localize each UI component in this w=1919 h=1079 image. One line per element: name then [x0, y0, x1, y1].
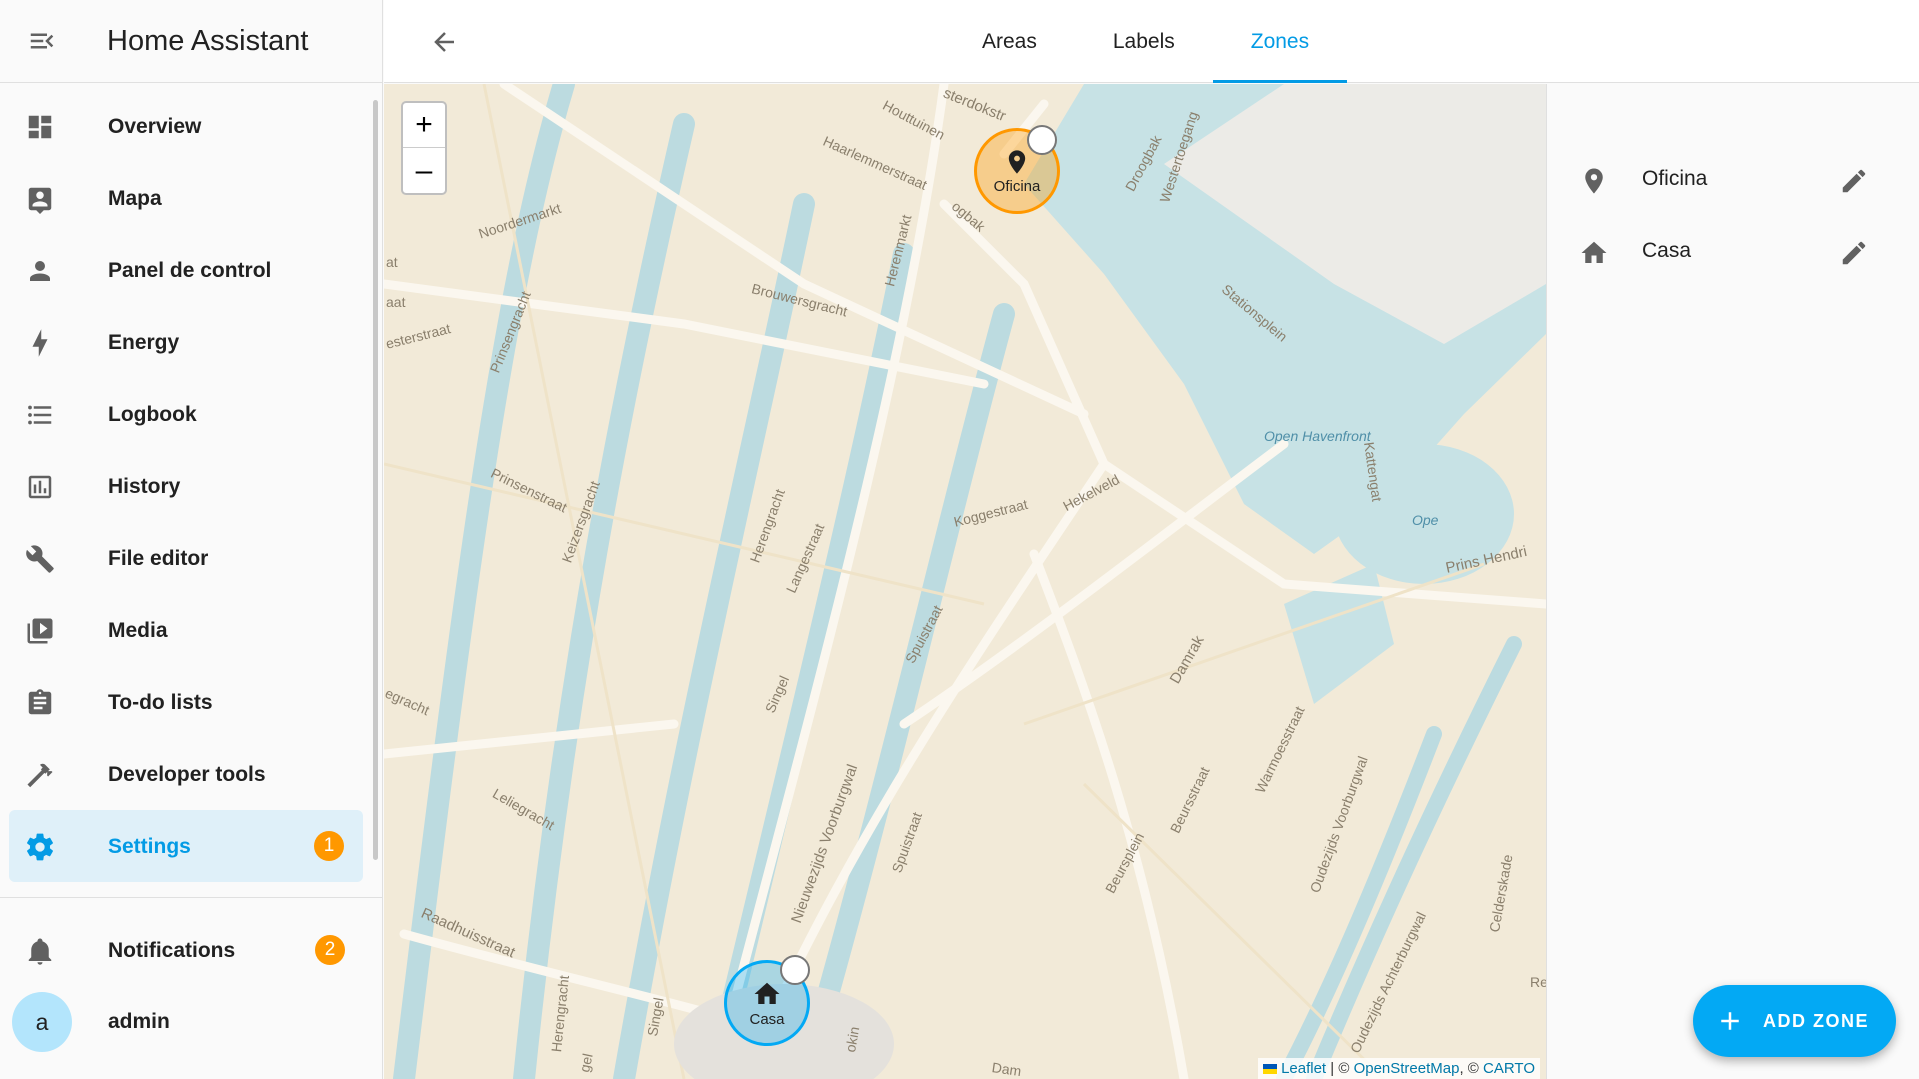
sidebar-item-history[interactable]: History	[0, 450, 372, 522]
format-list-icon	[24, 399, 56, 431]
sidebar-item-label: Logbook	[108, 403, 197, 426]
attribution-separator: | ©	[1326, 1060, 1354, 1077]
sidebar-item-energy[interactable]: Energy	[0, 306, 372, 378]
tab-labels[interactable]: Labels	[1075, 0, 1213, 83]
sidebar: Home Assistant Overview Mapa Panel de co…	[0, 0, 383, 1079]
dashboard-icon	[24, 111, 56, 143]
add-zone-label: ADD ZONE	[1763, 1010, 1869, 1031]
tab-areas[interactable]: Areas	[944, 0, 1075, 83]
cog-icon	[24, 831, 56, 863]
sidebar-item-mapa[interactable]: Mapa	[0, 162, 372, 234]
zone-name: Casa	[1642, 239, 1692, 262]
ukraine-flag-icon	[1263, 1064, 1278, 1075]
arrow-left-icon	[434, 32, 454, 52]
sidebar-item-label: Mapa	[108, 187, 162, 210]
zoom-control: + –	[401, 101, 447, 195]
home-icon	[754, 982, 780, 1004]
osm-link[interactable]: OpenStreetMap	[1354, 1060, 1460, 1077]
account-icon	[24, 255, 56, 287]
zoom-in-button[interactable]: +	[403, 103, 445, 148]
settings-badge: 1	[314, 831, 344, 861]
sidebar-item-label: File editor	[108, 547, 209, 570]
wrench-icon	[24, 543, 56, 575]
home-icon	[1581, 241, 1607, 263]
zone-list: Oficina Casa	[1546, 84, 1919, 1079]
sidebar-item-label: Energy	[108, 331, 180, 354]
pencil-icon	[1842, 241, 1866, 265]
chart-box-icon	[24, 471, 56, 503]
pencil-icon	[1842, 169, 1866, 193]
sidebar-nav: Overview Mapa Panel de control Energy Lo…	[0, 90, 372, 882]
attribution-separator: , ©	[1459, 1060, 1484, 1077]
hammer-icon	[24, 759, 56, 791]
account-box-icon	[24, 183, 56, 215]
edit-zone-button[interactable]	[1837, 236, 1871, 270]
map-marker-icon	[1585, 168, 1603, 194]
app-title: Home Assistant	[107, 24, 309, 57]
menu-open-icon	[30, 33, 54, 49]
street-label: Ope	[1412, 512, 1439, 528]
play-box-multiple-icon	[24, 615, 56, 647]
user-name[interactable]: admin	[108, 1010, 170, 1034]
street-label: aat	[386, 294, 406, 310]
add-zone-button[interactable]: ADD ZONE	[1693, 985, 1896, 1057]
sidebar-item-label: Settings	[108, 835, 191, 858]
sidebar-item-label: History	[108, 475, 181, 498]
zone-row-casa[interactable]: Casa	[1547, 216, 1919, 288]
sidebar-item-media[interactable]: Media	[0, 594, 372, 666]
bell-icon	[24, 935, 56, 967]
clipboard-list-icon	[24, 687, 56, 719]
sidebar-item-settings[interactable]: Settings 1	[9, 810, 363, 882]
sidebar-item-logbook[interactable]: Logbook	[0, 378, 372, 450]
edit-zone-button[interactable]	[1837, 164, 1871, 198]
sidebar-item-to-do-lists[interactable]: To-do lists	[0, 666, 372, 738]
sidebar-item-overview[interactable]: Overview	[0, 90, 372, 162]
map-attribution: Leaflet | © OpenStreetMap, © CARTO	[1258, 1058, 1540, 1079]
menu-toggle-button[interactable]	[0, 0, 84, 83]
sidebar-item-label: Media	[108, 619, 168, 642]
sidebar-item-label: Developer tools	[108, 763, 266, 786]
sidebar-item-label: Notifications	[108, 939, 236, 962]
street-label: at	[386, 254, 398, 270]
carto-link[interactable]: CARTO	[1483, 1060, 1535, 1077]
zone-map[interactable]: Houttuinen Haarlemmerstraat Noordermarkt…	[384, 84, 1546, 1079]
map-tiles	[384, 84, 1546, 1079]
zone-radius-handle[interactable]	[780, 955, 810, 985]
sidebar-item-notifications[interactable]: Notifications 2	[0, 914, 372, 986]
zoom-out-button[interactable]: –	[403, 148, 445, 193]
lightning-bolt-icon	[24, 327, 56, 359]
sidebar-item-label: Overview	[108, 115, 202, 138]
zone-name: Oficina	[1642, 167, 1708, 190]
zone-marker-label: Oficina	[993, 177, 1041, 195]
sidebar-item-panel-de-control[interactable]: Panel de control	[0, 234, 372, 306]
sidebar-header: Home Assistant	[0, 0, 382, 83]
zone-marker-label: Casa	[749, 1010, 785, 1028]
zone-radius-handle[interactable]	[1027, 125, 1057, 155]
notifications-badge: 2	[315, 935, 345, 965]
sidebar-divider	[0, 897, 383, 898]
tab-bar: Areas Labels Zones	[944, 0, 1348, 83]
back-button[interactable]	[424, 22, 464, 62]
tab-zones[interactable]: Zones	[1212, 0, 1348, 83]
sidebar-item-label: To-do lists	[108, 691, 213, 714]
top-bar: Areas Labels Zones	[384, 0, 1919, 83]
avatar[interactable]: a	[12, 992, 72, 1052]
leaflet-link[interactable]: Leaflet	[1281, 1060, 1326, 1077]
plus-icon	[1721, 1012, 1739, 1030]
sidebar-item-developer-tools[interactable]: Developer tools	[0, 738, 372, 810]
sidebar-item-file-editor[interactable]: File editor	[0, 522, 372, 594]
sidebar-scrollbar-thumb[interactable]	[373, 100, 378, 860]
sidebar-item-label: Panel de control	[108, 259, 272, 282]
zone-row-oficina[interactable]: Oficina	[1547, 144, 1919, 216]
street-label: Open Havenfront	[1264, 428, 1371, 444]
street-label: Re	[1530, 974, 1546, 990]
map-marker-icon	[1008, 149, 1026, 174]
